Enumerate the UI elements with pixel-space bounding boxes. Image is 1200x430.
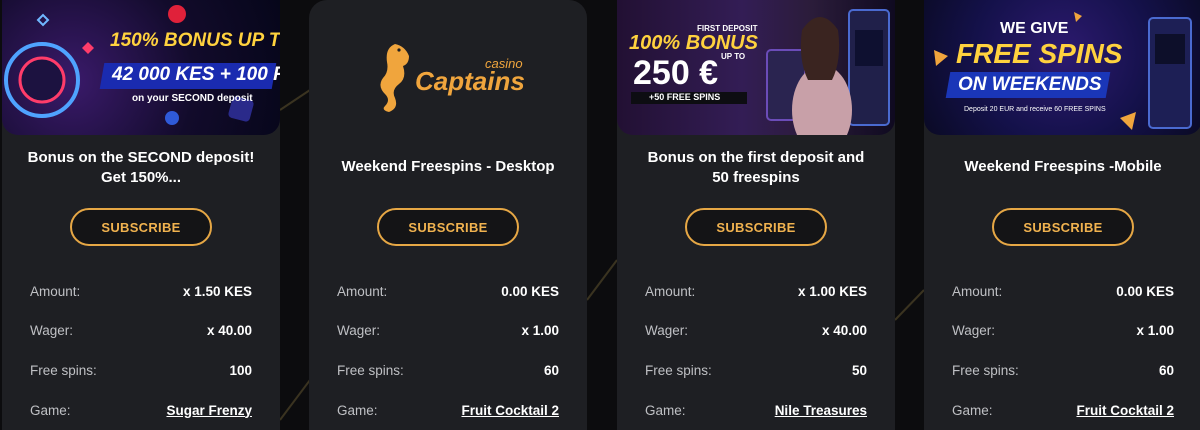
bonus-title-line: Weekend Freespins - Desktop	[341, 158, 555, 175]
promo-amount: 250 €	[633, 54, 719, 92]
row-label: Wager:	[645, 322, 689, 338]
amount-row: Amount: x 1.50 KES	[30, 281, 252, 301]
game-link[interactable]: Fruit Cocktail 2	[461, 403, 559, 418]
promo-amount: 42 000 KES + 100 FS	[112, 64, 280, 85]
promo-subline: +50 FREE SPINS	[649, 92, 721, 102]
row-value: 100	[229, 362, 252, 378]
promo-caption: UP TO	[721, 52, 746, 61]
row-value: x 1.00	[521, 322, 559, 338]
row-value: x 1.00	[1136, 322, 1174, 338]
promo-caption: FIRST DEPOSIT	[697, 24, 758, 33]
bonus-title-line: Get 150%...	[100, 169, 182, 186]
row-label: Amount:	[30, 283, 81, 299]
row-value: x 40.00	[821, 322, 867, 338]
row-value: 0.00 KES	[1116, 283, 1174, 299]
row-label: Free spins:	[645, 362, 712, 378]
row-label: Free spins:	[952, 362, 1019, 378]
amount-row: Amount: 0.00 KES	[952, 281, 1174, 301]
wager-row: Wager: x 40.00	[30, 320, 252, 340]
promo-banner: 100% BONUS FIRST DEPOSIT UP TO 250 € +50…	[617, 0, 895, 135]
row-label: Wager:	[952, 322, 996, 338]
row-label: Game:	[952, 402, 993, 418]
bonus-title: Weekend Freespins - Desktop	[309, 157, 587, 177]
subscribe-button[interactable]: SUBSCRIBE	[377, 208, 519, 246]
promo-banner: casino Captains	[309, 0, 587, 135]
game-link[interactable]: Nile Treasures	[775, 403, 867, 418]
row-label: Free spins:	[30, 362, 97, 378]
row-label: Game:	[30, 402, 71, 418]
bonus-title-line: Bonus on the first deposit and	[647, 149, 865, 166]
amount-row: Amount: x 1.00 KES	[645, 281, 867, 301]
promo-subtitle: ON WEEKENDS	[958, 74, 1102, 95]
promo-subline: on your SECOND deposit	[132, 93, 253, 104]
bonus-title-line: 50 freespins	[712, 169, 800, 186]
row-label: Amount:	[645, 283, 696, 299]
promo-caption: Deposit 20 EUR and receive 60 FREE SPINS	[964, 106, 1106, 113]
wager-row: Wager: x 40.00	[645, 320, 867, 340]
row-value: x 40.00	[206, 322, 252, 338]
free-spins-row: Free spins: 100	[30, 360, 252, 380]
subscribe-button[interactable]: SUBSCRIBE	[685, 208, 827, 246]
amount-row: Amount: 0.00 KES	[337, 281, 559, 301]
game-link[interactable]: Sugar Frenzy	[166, 403, 252, 418]
row-label: Amount:	[952, 283, 1003, 299]
row-label: Game:	[645, 402, 686, 418]
row-value: 60	[1158, 362, 1174, 378]
game-row: Game: Nile Treasures	[645, 400, 867, 420]
row-label: Wager:	[337, 322, 381, 338]
row-value: 50	[851, 362, 867, 378]
free-spins-row: Free spins: 60	[952, 360, 1174, 380]
logo-text: Captains	[415, 66, 525, 96]
wager-row: Wager: x 1.00	[337, 320, 559, 340]
bonus-title: Bonus on the SECOND deposit! Get 150%...	[2, 148, 280, 188]
promo-headline: WE GIVE	[1000, 20, 1069, 37]
promo-title: FREE SPINS	[956, 38, 1123, 69]
row-value: x 1.00 KES	[797, 283, 867, 299]
game-row: Game: Sugar Frenzy	[30, 400, 252, 420]
promo-headline: 150% BONUS UP TO	[110, 30, 280, 51]
row-value: 0.00 KES	[501, 283, 559, 299]
game-row: Game: Fruit Cocktail 2	[337, 400, 559, 420]
subscribe-button[interactable]: SUBSCRIBE	[70, 208, 212, 246]
subscribe-button[interactable]: SUBSCRIBE	[992, 208, 1134, 246]
bonus-title: Bonus on the first deposit and 50 freesp…	[617, 148, 895, 188]
row-value: x 1.50 KES	[182, 283, 252, 299]
bonus-cards-list: 150% BONUS UP TO 42 000 KES + 100 FS on …	[0, 0, 1200, 430]
row-label: Game:	[337, 402, 378, 418]
bonus-card: casino Captains Weekend Freespins - Desk…	[309, 0, 587, 430]
game-link[interactable]: Fruit Cocktail 2	[1076, 403, 1174, 418]
row-label: Free spins:	[337, 362, 404, 378]
bonus-card: WE GIVE FREE SPINS ON WEEKENDS Deposit 2…	[924, 0, 1200, 430]
row-value: 60	[543, 362, 559, 378]
bonus-card: 150% BONUS UP TO 42 000 KES + 100 FS on …	[2, 0, 280, 430]
row-label: Wager:	[30, 322, 74, 338]
bonus-title: Weekend Freespins -Mobile	[924, 157, 1200, 177]
free-spins-row: Free spins: 50	[645, 360, 867, 380]
bonus-title-line: Weekend Freespins -Mobile	[964, 158, 1162, 175]
promo-banner: 150% BONUS UP TO 42 000 KES + 100 FS on …	[2, 0, 280, 135]
bonus-title-line: Bonus on the SECOND deposit!	[27, 149, 255, 166]
free-spins-row: Free spins: 60	[337, 360, 559, 380]
row-label: Amount:	[337, 283, 388, 299]
promo-banner: WE GIVE FREE SPINS ON WEEKENDS Deposit 2…	[924, 0, 1200, 135]
game-row: Game: Fruit Cocktail 2	[952, 400, 1174, 420]
wager-row: Wager: x 1.00	[952, 320, 1174, 340]
bonus-card: 100% BONUS FIRST DEPOSIT UP TO 250 € +50…	[617, 0, 895, 430]
